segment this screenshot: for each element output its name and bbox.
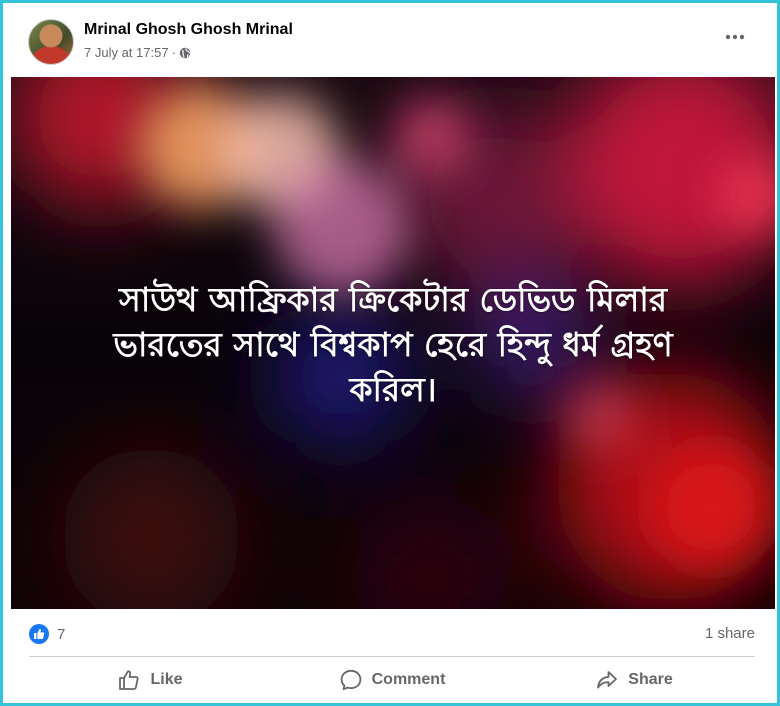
post-text-line: সাউথ আফ্রিকার ক্রিকেটার ডেভিড মিলার (118, 280, 668, 319)
thumbs-up-icon (119, 670, 140, 690)
share-label: Share (628, 671, 673, 688)
avatar[interactable] (28, 19, 74, 65)
post-card: Mrinal Ghosh Ghosh Mrinal 7 July at 17:5… (0, 0, 780, 706)
share-count[interactable]: 1 share (705, 625, 755, 642)
meta-separator: · (171, 45, 176, 60)
divider (29, 656, 755, 657)
post-header: Mrinal Ghosh Ghosh Mrinal 7 July at 17:5… (11, 13, 769, 75)
comment-button[interactable]: Comment (271, 661, 513, 699)
post-text-line: করিল। (349, 370, 437, 409)
post-text-line: ভারতের সাথে বিশ্বকাপ হেরে হিন্দু ধর্ম গ্… (113, 325, 673, 364)
comment-label: Comment (371, 671, 446, 688)
like-label: Like (150, 671, 183, 688)
author-name[interactable]: Mrinal Ghosh Ghosh Mrinal (84, 21, 293, 39)
share-button[interactable]: Share (513, 661, 755, 699)
like-reaction-icon (29, 624, 49, 644)
action-bar: Like Comment Share (29, 661, 755, 699)
like-button[interactable]: Like (29, 661, 271, 699)
comment-icon (340, 669, 361, 691)
globe-icon (179, 47, 191, 58)
more-options-icon[interactable] (723, 27, 747, 47)
timestamp[interactable]: 7 July at 17:57 (84, 45, 169, 60)
share-icon (597, 671, 618, 689)
post-image[interactable]: সাউথ আফ্রিকার ক্রিকেটার ডেভিড মিলার ভারত… (11, 77, 775, 609)
reaction-count: 7 (57, 625, 66, 643)
post-text: সাউথ আফ্রিকার ক্রিকেটার ডেভিড মিলার ভারত… (41, 277, 745, 412)
reaction-summary[interactable]: 7 (29, 622, 65, 646)
post-meta: 7 July at 17:57 · (84, 45, 191, 60)
